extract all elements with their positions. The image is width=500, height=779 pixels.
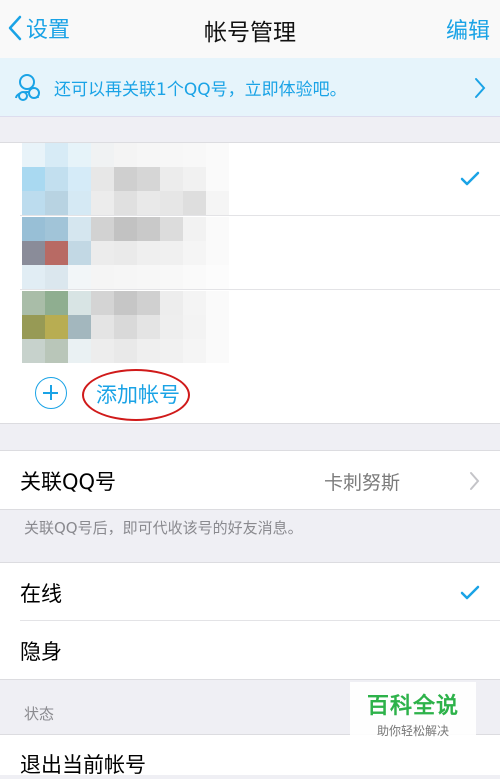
obscured-avatar (22, 143, 252, 215)
associate-qq-hint: 关联QQ号后，即可代收该号的好友消息。 (24, 519, 303, 537)
associate-banner[interactable]: 还可以再关联1个QQ号，立即体验吧。 (0, 58, 500, 117)
associate-qq-label: 关联QQ号 (20, 470, 117, 494)
account-list: 添加帐号 (0, 142, 500, 424)
logout-button[interactable]: 退出当前帐号 (0, 734, 500, 777)
watermark-title: 百科全说 (366, 694, 459, 719)
status-option-label: 隐身 (20, 640, 62, 664)
checkmark-icon (460, 585, 480, 600)
add-account-row[interactable]: 添加帐号 (0, 365, 500, 423)
section-header-status: 状态 (24, 705, 55, 723)
account-row[interactable] (0, 143, 500, 216)
watermark-subtitle: 助你轻松解决 (376, 724, 449, 738)
checkmark-icon (460, 171, 480, 186)
row-divider (20, 215, 500, 216)
page-title: 帐号管理 (204, 20, 296, 46)
status-option-label: 在线 (20, 582, 62, 606)
edit-button[interactable]: 编辑 (446, 13, 490, 45)
status-options: 在线 隐身 (0, 562, 500, 680)
chevron-right-icon (470, 472, 480, 490)
chevron-right-icon (475, 78, 486, 98)
highlight-annotation-circle (82, 369, 190, 421)
logout-label: 退出当前帐号 (20, 753, 146, 777)
associate-qq-row[interactable]: 关联QQ号 卡刺努斯 (0, 450, 500, 510)
associate-qq-value: 卡刺努斯 (323, 472, 400, 494)
add-circle-icon (35, 377, 67, 409)
navigation-bar: 设置 帐号管理 编辑 (0, 0, 500, 58)
status-option-online[interactable]: 在线 (0, 563, 500, 621)
obscured-avatar (22, 291, 252, 363)
account-row[interactable] (0, 217, 500, 290)
banner-text: 还可以再关联1个QQ号，立即体验吧。 (54, 79, 347, 100)
account-row[interactable] (0, 291, 500, 364)
qq-avatar-icon (15, 74, 40, 101)
obscured-avatar (22, 217, 252, 289)
watermark-logo: 百科全说 助你轻松解决 (350, 682, 476, 740)
status-option-invisible[interactable]: 隐身 (0, 621, 500, 679)
row-divider (20, 289, 500, 290)
